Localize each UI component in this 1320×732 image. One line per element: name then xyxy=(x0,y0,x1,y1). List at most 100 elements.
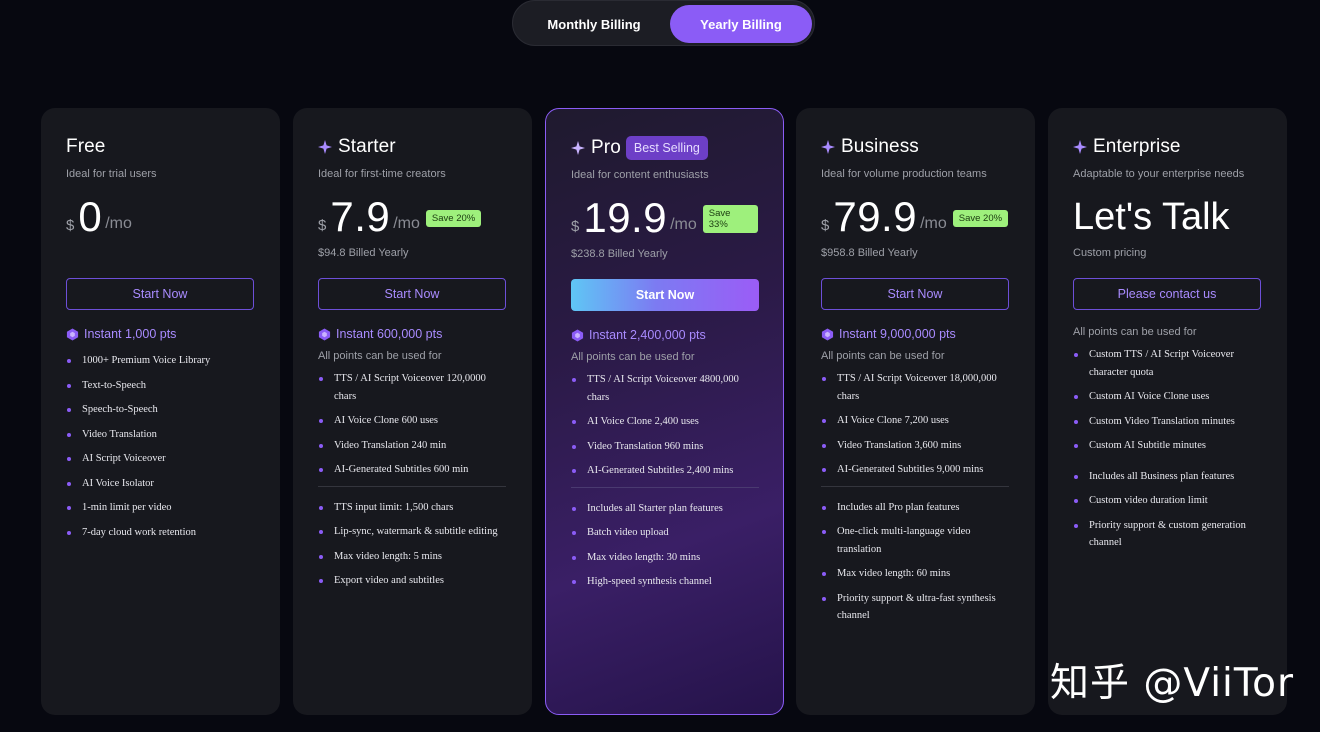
feature-list-extra: Includes all Pro plan features One-click… xyxy=(821,499,1010,625)
feature-item: Export video and subtitles xyxy=(318,572,507,590)
price-amount: 7.9 xyxy=(330,193,391,240)
feature-item: Speech-to-Speech xyxy=(66,401,255,419)
price-amount: 19.9 xyxy=(583,194,668,241)
feature-list: 1000+ Premium Voice Library Text-to-Spee… xyxy=(66,352,255,541)
feature-item: TTS / AI Script Voiceover 120,0000 chars xyxy=(318,370,507,405)
plan-header: Pro Best Selling xyxy=(571,136,758,160)
save-badge: Save 33% xyxy=(702,205,758,233)
points-hexagon-icon xyxy=(821,327,834,341)
sparkle-icon xyxy=(821,140,835,154)
feature-item: AI-Generated Subtitles 9,000 mins xyxy=(821,461,1010,479)
billed-yearly: $238.8 Billed Yearly xyxy=(571,248,668,260)
feature-item: AI Voice Clone 600 uses xyxy=(318,412,507,430)
billing-toggle: Monthly Billing Yearly Billing xyxy=(512,0,815,46)
feature-item: Includes all Pro plan features xyxy=(821,499,1010,517)
feature-item: Lip-sync, watermark & subtitle editing xyxy=(318,523,507,541)
billed-yearly: $958.8 Billed Yearly xyxy=(821,247,918,259)
plan-tagline: Ideal for first-time creators xyxy=(318,168,446,180)
save-badge: Save 20% xyxy=(425,209,482,227)
monthly-billing-tab[interactable]: Monthly Billing xyxy=(519,5,669,43)
feature-item: Video Translation 3,600 mins xyxy=(821,437,1010,455)
currency-symbol: $ xyxy=(318,217,327,234)
feature-item: AI-Generated Subtitles 2,400 mins xyxy=(571,462,758,480)
feature-item: 1-min limit per video xyxy=(66,499,255,517)
points-row: Instant 1,000 pts xyxy=(66,326,255,342)
feature-item: Video Translation 240 min xyxy=(318,437,507,455)
feature-item: Video Translation xyxy=(66,426,255,444)
points-label: Instant 1,000 pts xyxy=(84,327,177,341)
feature-item: AI Script Voiceover xyxy=(66,450,255,468)
plan-header: Free xyxy=(66,136,255,158)
plan-card-enterprise: Enterprise Adaptable to your enterprise … xyxy=(1048,108,1287,715)
feature-item: Includes all Starter plan features xyxy=(571,500,758,518)
sparkle-icon xyxy=(1073,140,1087,154)
feature-list: TTS / AI Script Voiceover 120,0000 chars… xyxy=(318,370,507,479)
start-now-button[interactable]: Start Now xyxy=(66,278,254,310)
plan-tagline: Ideal for volume production teams xyxy=(821,168,987,180)
plan-name: Enterprise xyxy=(1093,136,1181,157)
points-hexagon-icon xyxy=(318,327,331,341)
plan-tagline: Ideal for content enthusiasts xyxy=(571,169,709,181)
feature-item: TTS input limit: 1,500 chars xyxy=(318,499,507,517)
points-row: Instant 600,000 pts xyxy=(318,326,507,342)
price-period: /mo xyxy=(920,215,947,232)
feature-item: AI Voice Clone 7,200 uses xyxy=(821,412,1010,430)
points-label: Instant 9,000,000 pts xyxy=(839,327,956,341)
points-hexagon-icon xyxy=(571,328,584,342)
best-selling-badge: Best Selling xyxy=(625,136,708,160)
feature-item: Max video length: 60 mins xyxy=(821,565,1010,583)
watermark-text: 知乎 @ViiTor xyxy=(1050,661,1294,706)
feature-item: Priority support & ultra-fast synthesis … xyxy=(821,590,1010,625)
feature-list: TTS / AI Script Voiceover 4800,000 chars… xyxy=(571,371,758,480)
feature-item: Video Translation 960 mins xyxy=(571,438,758,456)
divider xyxy=(318,485,506,487)
feature-list-extra: Includes all Business plan features Cust… xyxy=(1073,468,1262,552)
currency-symbol: $ xyxy=(66,217,75,234)
feature-item: High-speed synthesis channel xyxy=(571,573,758,591)
points-label: Instant 600,000 pts xyxy=(336,327,443,341)
feature-item: Max video length: 30 mins xyxy=(571,549,758,567)
feature-item: Priority support & custom generation cha… xyxy=(1073,517,1262,552)
divider xyxy=(821,485,1009,487)
sparkle-icon xyxy=(318,140,332,154)
plan-card-free: Free Ideal for trial users $ 0 /mo Start… xyxy=(41,108,280,715)
feature-list-extra: Includes all Starter plan features Batch… xyxy=(571,500,758,591)
feature-item: 1000+ Premium Voice Library xyxy=(66,352,255,370)
plan-card-pro: Pro Best Selling Ideal for content enthu… xyxy=(545,108,784,715)
feature-item: Max video length: 5 mins xyxy=(318,548,507,566)
price-row: $ 19.9 /mo Save 33% xyxy=(571,194,758,242)
plan-name: Free xyxy=(66,136,106,157)
plan-header: Starter xyxy=(318,136,507,158)
plan-card-business: Business Ideal for volume production tea… xyxy=(796,108,1035,715)
price-period: /mo xyxy=(670,216,697,233)
start-now-button[interactable]: Start Now xyxy=(318,278,506,310)
price-row: $ 7.9 /mo Save 20% xyxy=(318,193,507,241)
divider xyxy=(571,486,759,488)
contact-us-button[interactable]: Please contact us xyxy=(1073,278,1261,310)
price-row: $ 79.9 /mo Save 20% xyxy=(821,193,1010,241)
price-row: $ 0 /mo xyxy=(66,193,255,241)
save-badge: Save 20% xyxy=(952,209,1009,227)
feature-item: One-click multi-language video translati… xyxy=(821,523,1010,558)
start-now-button[interactable]: Start Now xyxy=(571,279,759,311)
feature-list: Custom TTS / AI Script Voiceover charact… xyxy=(1073,346,1262,455)
points-note: All points can be used for xyxy=(318,350,442,362)
plan-header: Enterprise xyxy=(1073,136,1262,158)
currency-symbol: $ xyxy=(821,217,830,234)
points-note: All points can be used for xyxy=(1073,326,1197,338)
feature-item: Custom Video Translation minutes xyxy=(1073,413,1262,431)
feature-item: Custom TTS / AI Script Voiceover charact… xyxy=(1073,346,1262,381)
price-period: /mo xyxy=(393,215,420,232)
lets-talk-headline: Let's Talk xyxy=(1073,196,1230,238)
plan-card-starter: Starter Ideal for first-time creators $ … xyxy=(293,108,532,715)
custom-pricing: Custom pricing xyxy=(1073,247,1147,259)
feature-item: Custom video duration limit xyxy=(1073,492,1262,510)
plan-header: Business xyxy=(821,136,1010,158)
plan-name: Business xyxy=(841,136,919,157)
feature-item: Text-to-Speech xyxy=(66,377,255,395)
yearly-billing-tab[interactable]: Yearly Billing xyxy=(670,5,812,43)
feature-item: AI Voice Isolator xyxy=(66,475,255,493)
start-now-button[interactable]: Start Now xyxy=(821,278,1009,310)
points-row: Instant 9,000,000 pts xyxy=(821,326,1010,342)
feature-item: Custom AI Subtitle minutes xyxy=(1073,437,1262,455)
